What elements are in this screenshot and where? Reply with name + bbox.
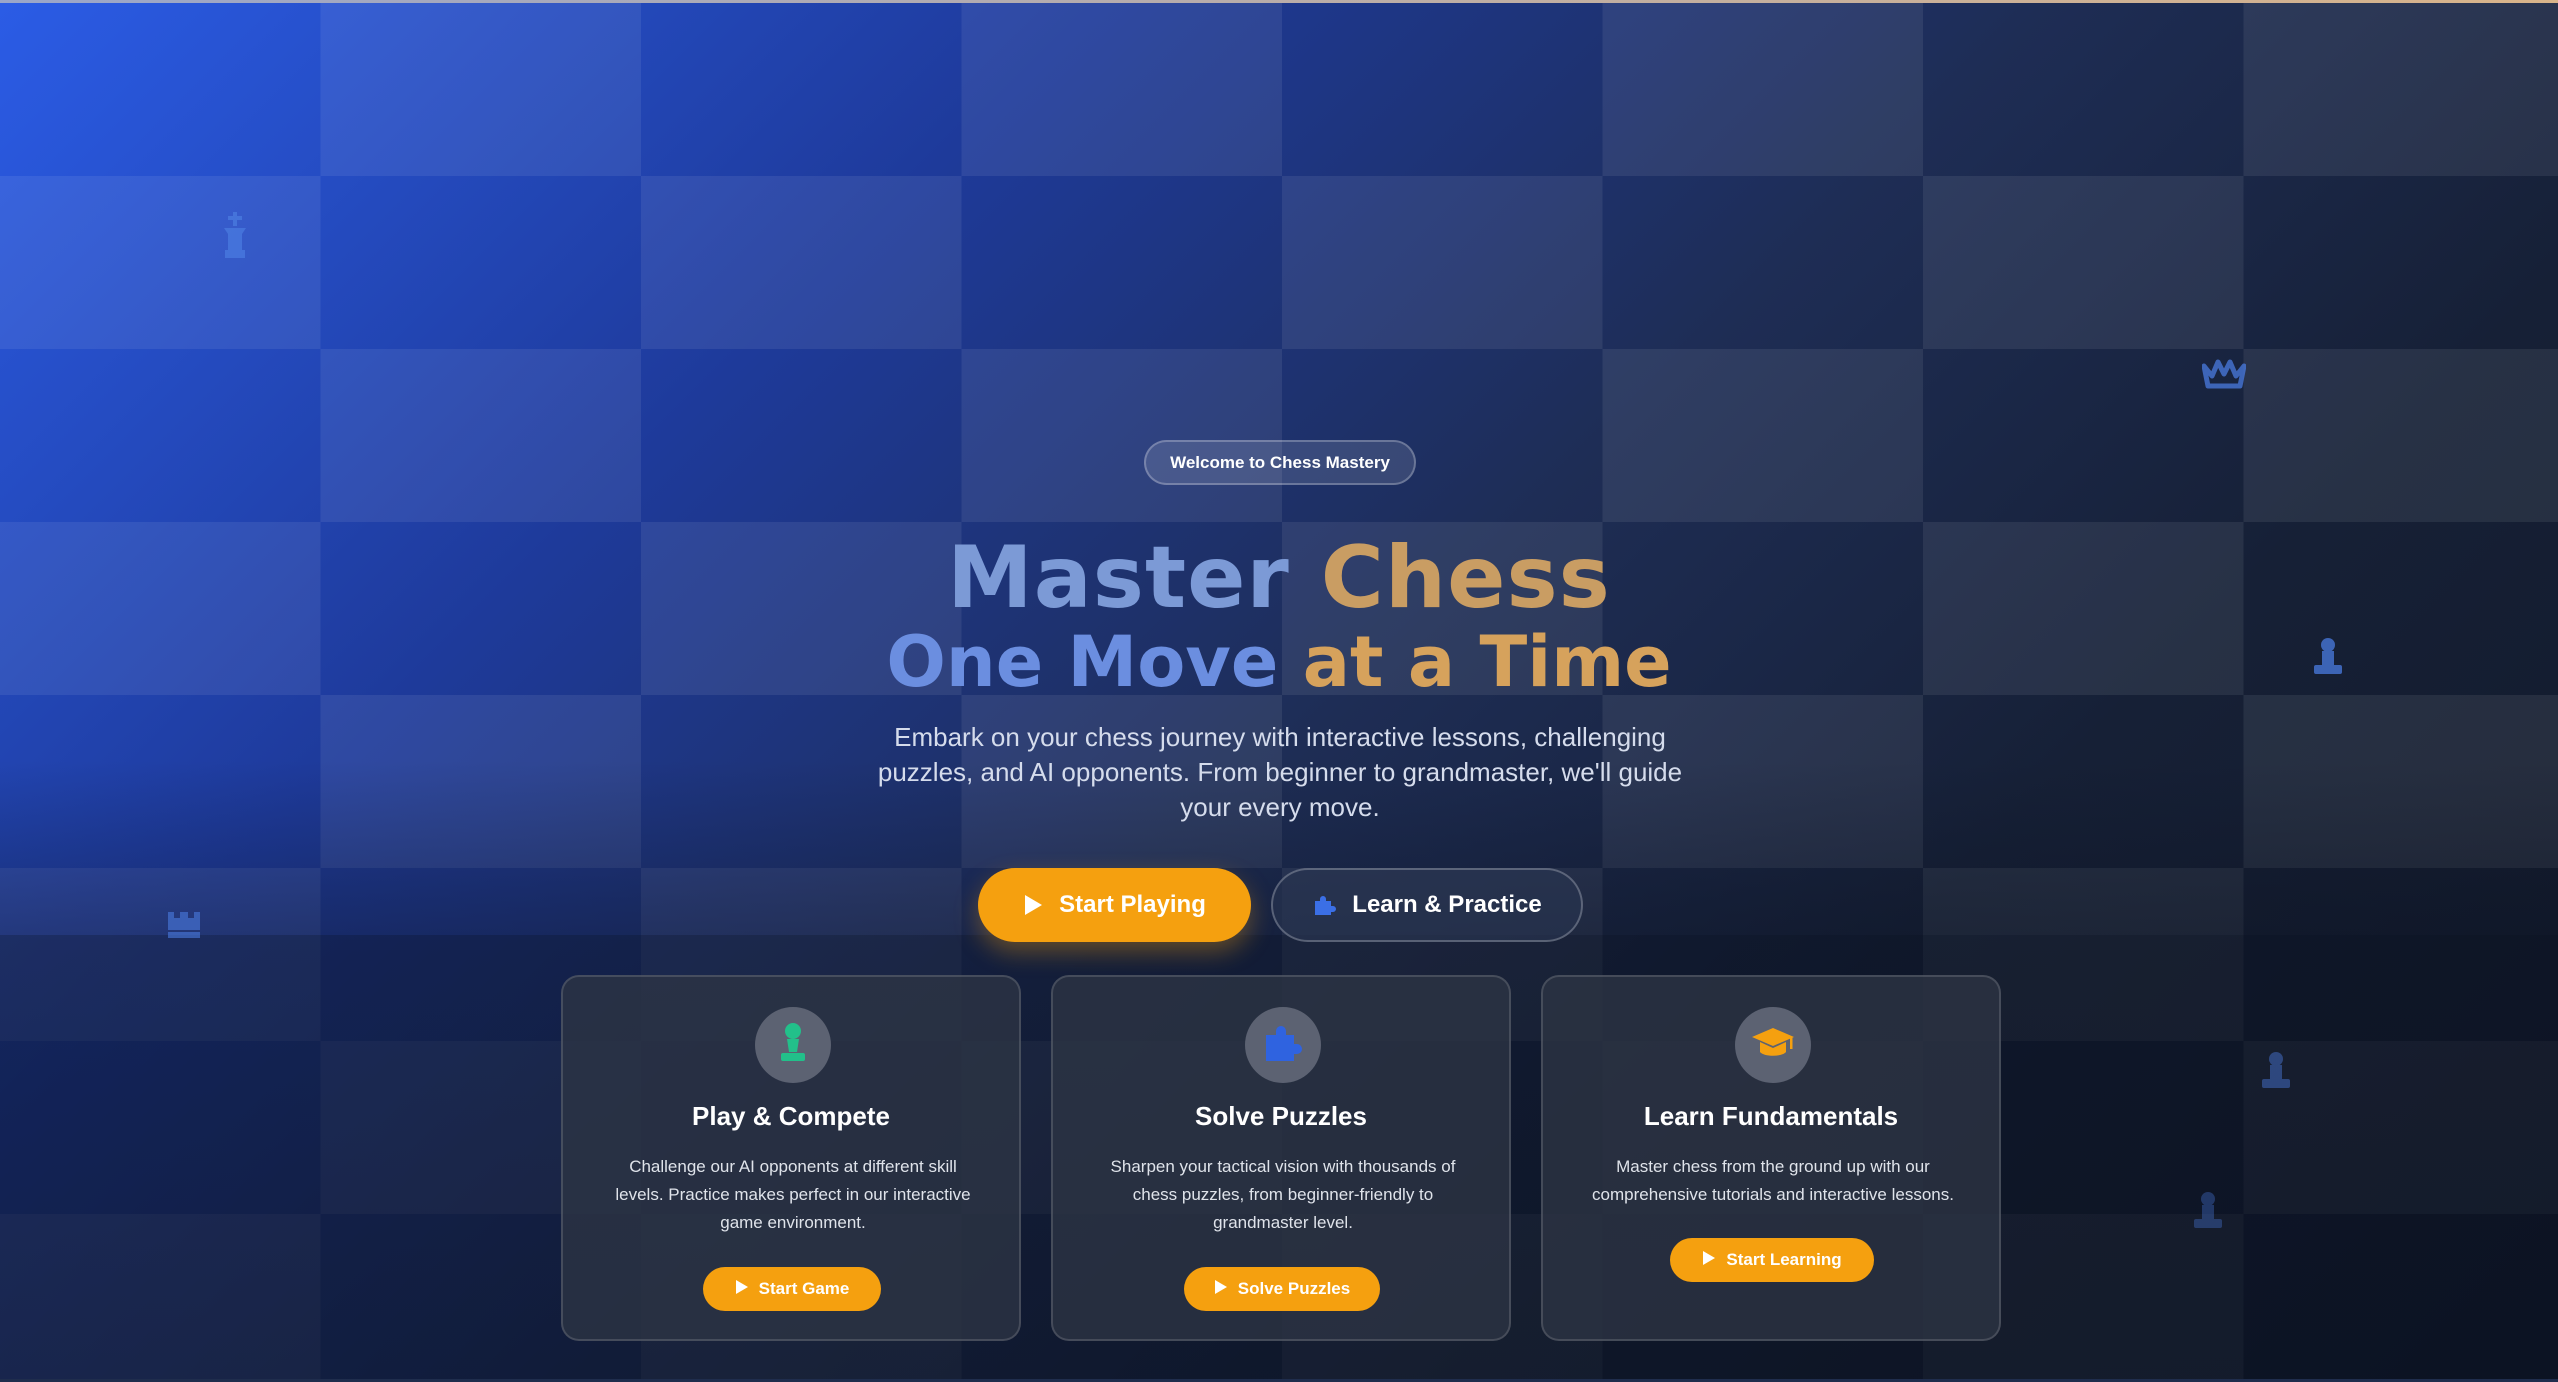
play-icon (1702, 1250, 1716, 1271)
hero-title: Master Chess (0, 528, 2558, 628)
learn-practice-label: Learn & Practice (1352, 891, 1542, 918)
hero-page: Welcome to Chess Mastery Master Chess On… (0, 0, 2558, 1382)
hero-title-word-master: Master (947, 528, 1290, 628)
feature-card-learn: Learn Fundamentals Master chess from the… (1541, 975, 2001, 1341)
top-accent-bar (0, 0, 2558, 3)
card-title: Play & Compete (692, 1101, 890, 1131)
start-learning-button[interactable]: Start Learning (1670, 1238, 1874, 1282)
graduation-cap-icon (1750, 1026, 1796, 1064)
start-playing-label: Start Playing (1059, 891, 1206, 918)
puzzle-piece-icon (1312, 893, 1337, 917)
hero-tagline: One Move at a Time (0, 617, 2558, 707)
card-title: Solve Puzzles (1195, 1101, 1367, 1131)
card-description: Sharpen your tactical vision with thousa… (1110, 1157, 1456, 1232)
chess-king-icon (218, 212, 252, 262)
hero-tagline-part-1: One Move (886, 621, 1279, 703)
feature-card-puzzles: Solve Puzzles Sharpen your tactical visi… (1051, 975, 1511, 1341)
card-description: Challenge our AI opponents at different … (615, 1157, 971, 1232)
start-learning-label: Start Learning (1726, 1250, 1842, 1269)
card-icon-circle (1735, 1007, 1811, 1083)
feature-card-play: Play & Compete Challenge our AI opponent… (561, 975, 1021, 1341)
chess-queen-crown-icon (2202, 358, 2246, 390)
card-icon-circle (1245, 1007, 1321, 1083)
learn-practice-button[interactable]: Learn & Practice (1271, 868, 1583, 942)
chess-pawn-icon (2256, 1050, 2296, 1090)
play-icon (1023, 894, 1043, 916)
start-playing-button[interactable]: Start Playing (978, 868, 1251, 942)
hero-tagline-part-2: at a Time (1302, 621, 1672, 703)
welcome-badge: Welcome to Chess Mastery (1144, 440, 1416, 485)
solve-puzzles-button[interactable]: Solve Puzzles (1184, 1267, 1380, 1311)
start-game-button[interactable]: Start Game (703, 1267, 881, 1311)
hero-title-word-chess: Chess (1320, 528, 1611, 628)
chess-rook-icon (166, 910, 202, 940)
card-description: Master chess from the ground up with our… (1592, 1157, 1954, 1204)
play-icon (735, 1279, 749, 1300)
puzzle-piece-icon (1262, 1023, 1304, 1067)
chess-pawn-icon (2190, 1190, 2226, 1230)
start-game-label: Start Game (758, 1279, 850, 1298)
solve-puzzles-label: Solve Puzzles (1237, 1279, 1351, 1298)
play-icon (1214, 1279, 1228, 1300)
hero-description: Embark on your chess journey with intera… (877, 722, 1683, 822)
chess-pawn-icon (778, 1022, 808, 1068)
card-title: Learn Fundamentals (1643, 1101, 1899, 1131)
card-icon-circle (755, 1007, 831, 1083)
